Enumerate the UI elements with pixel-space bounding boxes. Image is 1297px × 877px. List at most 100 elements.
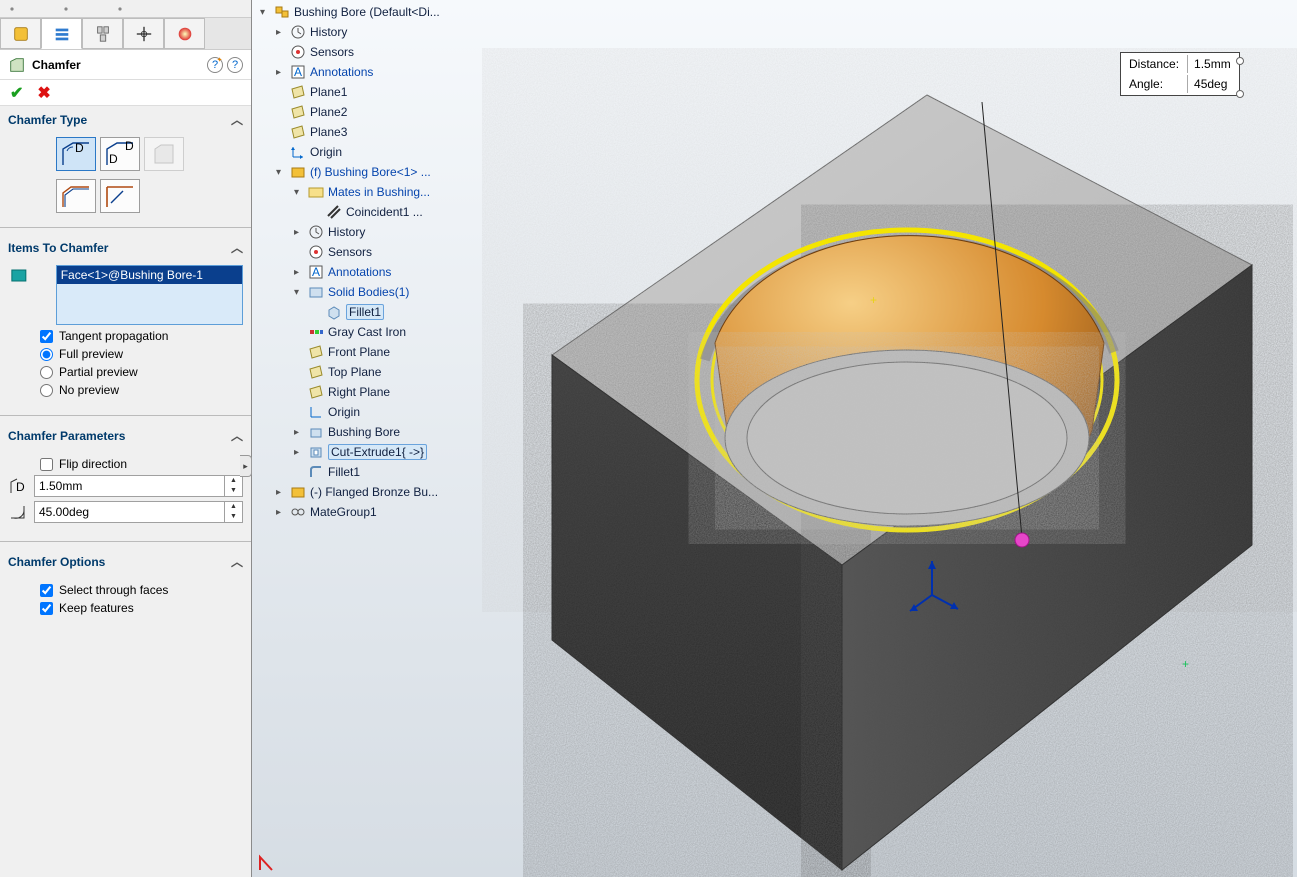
angle-input[interactable] <box>35 505 224 519</box>
chamfer-type-distance-distance[interactable]: DD <box>100 137 140 171</box>
flyout-feature-tree[interactable]: ▾ Bushing Bore (Default<Di... ▸ History Se… <box>260 2 460 522</box>
tree-item[interactable]: Sensors <box>310 45 354 59</box>
selection-item[interactable]: Face<1>@Bushing Bore-1 <box>57 266 242 284</box>
detailed-help-button[interactable]: ?✦ <box>207 57 223 73</box>
section-chamfer-type-header[interactable]: Chamfer Type ︿ <box>0 106 251 133</box>
tree-item[interactable]: Plane1 <box>310 85 347 99</box>
expand-toggle[interactable]: ▾ <box>294 287 304 298</box>
chamfer-type-angle-distance[interactable]: D <box>56 137 96 171</box>
expand-toggle[interactable]: ▸ <box>294 227 304 238</box>
tree-item[interactable]: MateGroup1 <box>310 505 377 519</box>
tree-item[interactable]: Sensors <box>328 245 372 259</box>
graphics-area[interactable]: + + Distance:1.5mm Angle:45deg ▾Bushing … <box>252 0 1297 877</box>
display-manager-tab[interactable] <box>164 18 205 49</box>
expand-toggle[interactable]: ▸ <box>294 267 304 278</box>
keep-features-checkbox[interactable] <box>40 602 53 615</box>
tree-item[interactable]: Fillet1 <box>328 465 360 479</box>
tree-item[interactable]: Annotations <box>310 65 373 79</box>
callout-drag-handle[interactable] <box>1236 57 1244 65</box>
tree-item[interactable]: Bushing Bore (Default<Di... <box>294 5 440 19</box>
plane-icon <box>308 344 324 360</box>
part-icon <box>290 484 306 500</box>
chamfer-type-vertex[interactable] <box>144 137 184 171</box>
section-params-body: Flip direction D ▲▼ ▲▼ <box>0 449 251 535</box>
property-manager-panel: Chamfer ?✦ ? ✔ ✖ Chamfer Type ︿ D DD <box>0 0 252 877</box>
chamfer-type-offset-face[interactable] <box>56 179 96 213</box>
configuration-manager-tab[interactable] <box>82 18 123 49</box>
feature-title-row: Chamfer ?✦ ? <box>0 50 251 80</box>
dim-angle-label: Angle: <box>1123 75 1185 93</box>
expand-toggle[interactable]: ▸ <box>276 27 286 38</box>
distance-spinner[interactable]: ▲▼ <box>224 476 242 496</box>
angle-icon <box>8 502 28 522</box>
solid-bodies-icon <box>308 284 324 300</box>
full-preview-radio[interactable] <box>40 348 53 361</box>
partial-preview-radio[interactable] <box>40 366 53 379</box>
origin-icon <box>308 404 324 420</box>
tree-item[interactable]: Plane3 <box>310 125 347 139</box>
distance-input[interactable] <box>35 479 224 493</box>
tree-item[interactable]: Fillet1 <box>346 304 384 320</box>
select-through-faces-checkbox[interactable] <box>40 584 53 597</box>
history-icon <box>308 224 324 240</box>
plane-icon <box>308 384 324 400</box>
tree-item[interactable]: History <box>310 25 347 39</box>
svg-text:A: A <box>294 65 302 79</box>
tree-item[interactable]: Cut-Extrude1{ ->} <box>328 444 427 460</box>
callout-drag-handle[interactable] <box>1236 90 1244 98</box>
panel-top-dots <box>0 0 251 18</box>
history-icon <box>290 24 306 40</box>
expand-toggle[interactable]: ▾ <box>260 7 270 18</box>
mategroup-icon <box>290 504 306 520</box>
panel-flyout-handle[interactable]: ▸ <box>240 455 252 477</box>
expand-toggle[interactable]: ▸ <box>294 447 304 458</box>
expand-toggle[interactable]: ▸ <box>276 507 286 518</box>
section-options-body: Select through faces Keep features <box>0 575 251 627</box>
flip-direction-checkbox[interactable] <box>40 458 53 471</box>
plane-icon <box>290 104 306 120</box>
section-params-header[interactable]: Chamfer Parameters ︿ <box>0 422 251 449</box>
tree-item[interactable]: (f) Bushing Bore<1> ... <box>310 165 431 179</box>
feature-title: Chamfer <box>32 58 203 72</box>
no-preview-radio[interactable] <box>40 384 53 397</box>
chamfer-icon <box>8 56 26 74</box>
tree-item[interactable]: Bushing Bore <box>328 425 400 439</box>
expand-toggle[interactable]: ▾ <box>294 187 304 198</box>
tree-item[interactable]: Right Plane <box>328 385 390 399</box>
cancel-button[interactable]: ✖ <box>37 83 50 103</box>
tree-item[interactable]: Top Plane <box>328 365 381 379</box>
tree-item[interactable]: Gray Cast Iron <box>328 325 406 339</box>
angle-spinner[interactable]: ▲▼ <box>224 502 242 522</box>
tangent-propagation-checkbox[interactable] <box>40 330 53 343</box>
help-button[interactable]: ? <box>227 57 243 73</box>
feature-manager-tab[interactable] <box>0 18 41 49</box>
tree-item[interactable]: Coincident1 ... <box>346 205 423 219</box>
expand-toggle[interactable]: ▸ <box>276 487 286 498</box>
tree-item[interactable]: Front Plane <box>328 345 390 359</box>
tree-item[interactable]: Solid Bodies(1) <box>328 285 409 299</box>
dimxpert-manager-tab[interactable] <box>123 18 164 49</box>
dim-distance-value[interactable]: 1.5mm <box>1187 55 1237 73</box>
dimension-callout[interactable]: Distance:1.5mm Angle:45deg <box>1120 52 1240 96</box>
tree-item[interactable]: Mates in Bushing... <box>328 185 430 199</box>
distance-input-wrapper: ▲▼ <box>34 475 243 497</box>
tree-item[interactable]: Origin <box>328 405 360 419</box>
collapse-icon: ︿ <box>231 427 243 444</box>
tree-item[interactable]: Origin <box>310 145 342 159</box>
expand-toggle[interactable]: ▾ <box>276 167 286 178</box>
chamfer-type-face-face[interactable] <box>100 179 140 213</box>
tree-item[interactable]: History <box>328 225 365 239</box>
section-options-header[interactable]: Chamfer Options ︿ <box>0 548 251 575</box>
dim-angle-value[interactable]: 45deg <box>1187 75 1237 93</box>
property-scroll[interactable]: Chamfer Type ︿ D DD <box>0 106 251 877</box>
selection-list[interactable]: Face<1>@Bushing Bore-1 <box>56 265 243 325</box>
tree-item[interactable]: Annotations <box>328 265 391 279</box>
ok-button[interactable]: ✔ <box>10 83 23 103</box>
expand-toggle[interactable]: ▸ <box>276 67 286 78</box>
tree-item[interactable]: Plane2 <box>310 105 347 119</box>
expand-toggle[interactable]: ▸ <box>294 427 304 438</box>
tree-item[interactable]: (-) Flanged Bronze Bu... <box>310 485 438 499</box>
property-manager-tab[interactable] <box>41 18 82 49</box>
section-items-header[interactable]: Items To Chamfer ︿ <box>0 234 251 261</box>
fillet-icon <box>308 464 324 480</box>
